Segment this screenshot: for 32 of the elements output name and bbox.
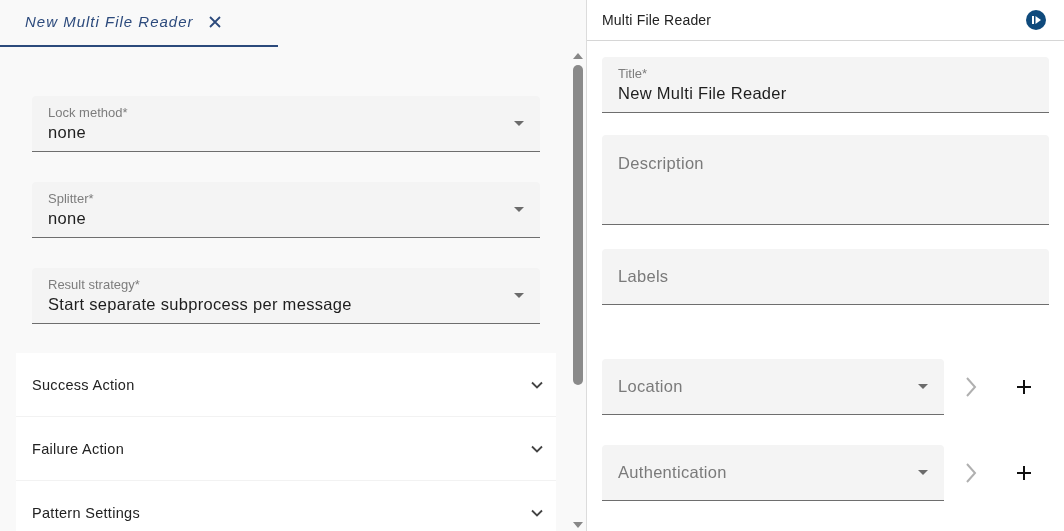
field-value: none [48, 207, 86, 229]
text-field[interactable]: Title* New Multi File Reader [602, 57, 1049, 113]
text-field[interactable]: Labels [602, 249, 1049, 305]
field-label: Splitter* [48, 190, 94, 207]
field-value: New Multi File Reader [618, 82, 787, 104]
field-value: Start separate subprocess per message [48, 293, 352, 315]
close-icon[interactable] [207, 14, 222, 29]
select-field[interactable]: Location [602, 359, 944, 415]
select-field[interactable]: Result strategy* Start separate subprocess per message [32, 268, 540, 324]
field-label: Title* [618, 65, 648, 82]
field-placeholder: Labels [618, 267, 669, 286]
play-icon[interactable] [1026, 10, 1046, 30]
field-placeholder: Description [618, 154, 704, 173]
accordion-header[interactable]: Success Action [16, 353, 556, 416]
field-label: Lock method* [48, 104, 128, 121]
select-field[interactable]: Splitter* none [32, 182, 540, 238]
editor-tab[interactable]: New Multi File Reader [0, 0, 278, 47]
field-value: none [48, 121, 86, 143]
accordion-header[interactable]: Pattern Settings [16, 481, 556, 531]
caret-icon [514, 292, 524, 298]
caret-icon [918, 383, 928, 389]
caret-icon [514, 206, 524, 212]
accordion-header[interactable]: Failure Action [16, 417, 556, 480]
caret-icon [514, 120, 524, 126]
field-placeholder: Authentication [618, 463, 727, 482]
caret-icon [918, 469, 928, 475]
field-placeholder: Location [618, 377, 683, 396]
select-field[interactable]: Authentication [602, 445, 944, 501]
text-area[interactable]: Description [602, 135, 1049, 225]
panel-title: Multi File Reader [602, 12, 712, 28]
field-label: Result strategy* [48, 276, 140, 293]
select-field[interactable]: Lock method* none [32, 96, 540, 152]
